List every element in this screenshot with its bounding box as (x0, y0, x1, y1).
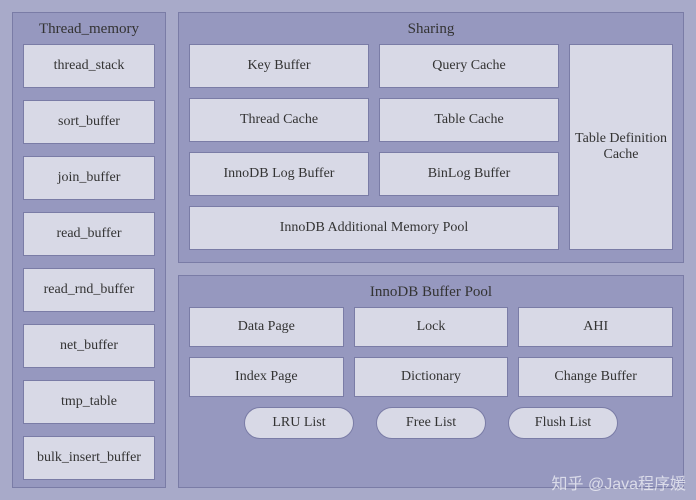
sharing-title: Sharing (189, 21, 673, 38)
innodb-item: Index Page (189, 357, 344, 397)
thread-memory-item: net_buffer (23, 324, 155, 368)
sharing-wide-item: InnoDB Additional Memory Pool (189, 206, 559, 250)
innodb-pill: Free List (376, 407, 486, 439)
innodb-pill: LRU List (244, 407, 354, 439)
innodb-title: InnoDB Buffer Pool (189, 284, 673, 301)
table-definition-cache: Table Definition Cache (569, 44, 673, 250)
thread-memory-list: thread_stack sort_buffer join_buffer rea… (23, 44, 155, 480)
innodb-item: Lock (354, 307, 509, 347)
innodb-item: Dictionary (354, 357, 509, 397)
thread-memory-item: bulk_insert_buffer (23, 436, 155, 480)
sharing-grid: Key Buffer Query Cache Thread Cache Tabl… (189, 44, 559, 250)
sharing-item: Key Buffer (189, 44, 369, 88)
thread-memory-item: read_rnd_buffer (23, 268, 155, 312)
thread-memory-item: read_buffer (23, 212, 155, 256)
thread-memory-item: thread_stack (23, 44, 155, 88)
sharing-body: Key Buffer Query Cache Thread Cache Tabl… (189, 44, 673, 250)
innodb-item: Change Buffer (518, 357, 673, 397)
thread-memory-item: sort_buffer (23, 100, 155, 144)
sharing-panel: Sharing Key Buffer Query Cache Thread Ca… (178, 12, 684, 263)
sharing-item: InnoDB Log Buffer (189, 152, 369, 196)
innodb-item: AHI (518, 307, 673, 347)
sharing-item: Query Cache (379, 44, 559, 88)
innodb-panel: InnoDB Buffer Pool Data Page Lock AHI In… (178, 275, 684, 488)
innodb-pill-row: LRU List Free List Flush List (189, 407, 673, 439)
right-column: Sharing Key Buffer Query Cache Thread Ca… (178, 12, 684, 488)
thread-memory-item: join_buffer (23, 156, 155, 200)
innodb-item: Data Page (189, 307, 344, 347)
thread-memory-item: tmp_table (23, 380, 155, 424)
sharing-item: Thread Cache (189, 98, 369, 142)
innodb-pill: Flush List (508, 407, 618, 439)
sharing-item: Table Cache (379, 98, 559, 142)
sharing-item: BinLog Buffer (379, 152, 559, 196)
innodb-grid: Data Page Lock AHI Index Page Dictionary… (189, 307, 673, 397)
thread-memory-panel: Thread_memory thread_stack sort_buffer j… (12, 12, 166, 488)
sharing-side: Table Definition Cache (569, 44, 673, 250)
thread-memory-title: Thread_memory (23, 21, 155, 38)
